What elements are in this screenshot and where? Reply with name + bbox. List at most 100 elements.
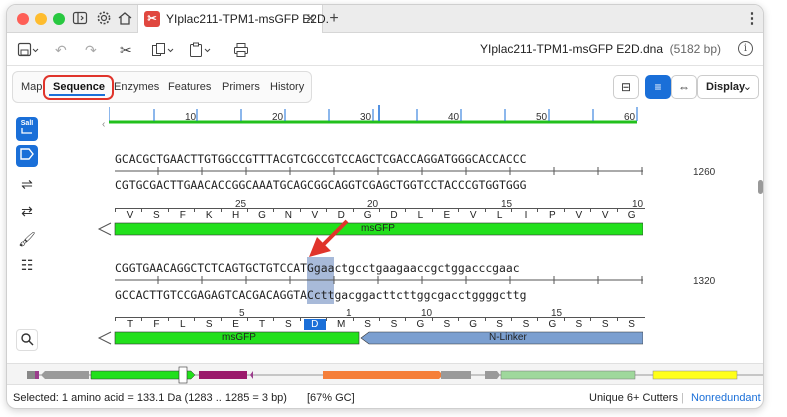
cutters-filter[interactable]: Unique 6+ Cutters [589, 392, 678, 404]
ruler-label: 60 [624, 112, 636, 123]
amino-acid[interactable]: V [123, 210, 137, 221]
minimize-window-button[interactable] [35, 13, 47, 25]
amino-acid[interactable]: S [493, 319, 507, 330]
sequence-view[interactable]: 10 20 30 40 50 60 ‹ GCACGCTGAACTTGTGGCCG… [47, 105, 757, 353]
codon-tick [167, 317, 169, 321]
amino-acid[interactable]: H [229, 210, 243, 221]
amino-acid[interactable]: S [519, 319, 533, 330]
gear-icon[interactable] [95, 10, 113, 28]
amino-acid[interactable]: D [387, 210, 401, 221]
amino-acid[interactable]: V [572, 210, 586, 221]
amino-acid[interactable]: G [413, 319, 427, 330]
codon-tick [115, 208, 116, 212]
feature-tag-icon[interactable] [16, 145, 38, 167]
bottom-strand[interactable]: CGTGCGACTTGAACACCGGCAAATGCAGCGGCAGGTCGAG… [115, 178, 526, 192]
home-icon[interactable] [116, 10, 134, 28]
amino-acid[interactable]: S [598, 319, 612, 330]
amino-acid[interactable]: G [361, 210, 375, 221]
amino-acid[interactable]: E [440, 210, 454, 221]
selection-info: Selected: 1 amino acid = 133.1 Da (1283 … [13, 392, 287, 404]
amino-acid[interactable]: V [598, 210, 612, 221]
undo-icon[interactable]: ↶ [55, 42, 67, 58]
search-icon[interactable] [16, 329, 38, 351]
codon-tick [537, 208, 539, 212]
amino-acid[interactable]: I [519, 210, 533, 221]
amino-acid[interactable]: M [334, 319, 348, 330]
amino-acid[interactable]: T [255, 319, 269, 330]
codon-tick [273, 317, 275, 321]
nonredundant-link[interactable]: Nonredundant [691, 392, 761, 404]
amino-acid[interactable]: P [545, 210, 559, 221]
codon-tick [511, 317, 512, 321]
brush-icon[interactable]: 🖌 [16, 228, 38, 250]
amino-acid[interactable]: L [493, 210, 507, 221]
show-enzymes-icon[interactable]: ⊟ [613, 75, 639, 99]
reverse-icon[interactable]: ⇄ [16, 200, 38, 222]
paste-icon[interactable] [189, 42, 213, 58]
amino-acid[interactable]: L [413, 210, 427, 221]
annotation-arrow [309, 219, 349, 257]
close-window-button[interactable] [17, 13, 29, 25]
codon-tick [405, 317, 407, 321]
print-icon[interactable] [233, 42, 249, 58]
feature-label-n-linker: N-Linker [489, 332, 527, 343]
amino-acid[interactable]: D [303, 319, 326, 330]
amino-acid[interactable]: S [625, 319, 639, 330]
translation-icon[interactable]: ⇌ [16, 173, 38, 195]
amino-acid[interactable]: E [229, 319, 243, 330]
feature-label-msgfp: msGFP [222, 332, 256, 343]
amino-acid[interactable]: S [440, 319, 454, 330]
new-tab-button[interactable]: + [325, 10, 343, 28]
amino-acid[interactable]: S [387, 319, 401, 330]
tab-primers[interactable]: Primers [222, 81, 260, 93]
tab-map[interactable]: Map [21, 81, 42, 93]
close-tab-icon[interactable]: ✕ [305, 11, 316, 27]
amino-acid[interactable]: F [149, 319, 163, 330]
enzyme-sall-button[interactable]: SalI [16, 117, 38, 141]
codon-tick [352, 317, 354, 321]
amino-acid[interactable]: G [255, 210, 269, 221]
redo-icon[interactable]: ↷ [85, 42, 97, 58]
amino-acid[interactable]: K [202, 210, 216, 221]
tab-features[interactable]: Features [168, 81, 211, 93]
amino-acid[interactable]: F [176, 210, 190, 221]
top-strand[interactable]: CGGTGAACAGGCTCTCAGTGCTGTCCATGgaactgcctga… [115, 261, 520, 275]
sequence-map-strip[interactable] [7, 363, 763, 385]
vertical-scrollbar[interactable] [758, 180, 763, 194]
amino-acid[interactable]: G [545, 319, 559, 330]
amino-acid[interactable]: S [361, 319, 375, 330]
enzyme-sall-label: SalI [20, 120, 34, 127]
tab-history[interactable]: History [270, 81, 304, 93]
codon-tick [431, 208, 433, 212]
ruler-list-icon[interactable]: ☷ [16, 254, 38, 276]
feature-arrow-msgfp[interactable] [97, 330, 643, 346]
codon-tick [484, 317, 486, 321]
status-bar: Selected: 1 amino acid = 133.1 Da (1283 … [7, 387, 763, 408]
amino-acid[interactable]: G [466, 319, 480, 330]
amino-acid[interactable]: G [625, 210, 639, 221]
save-icon[interactable] [17, 42, 39, 58]
fit-width-icon[interactable]: ⇔ [671, 75, 697, 99]
chevron-down-icon: ⌄ [742, 81, 752, 93]
amino-acid[interactable]: L [176, 319, 190, 330]
info-icon[interactable]: i [738, 41, 753, 56]
sidebar-toggle-icon[interactable] [71, 10, 89, 28]
wrap-text-icon[interactable]: ≡ [645, 75, 671, 99]
amino-acid[interactable]: S [149, 210, 163, 221]
amino-acid[interactable]: N [281, 210, 295, 221]
cut-icon[interactable]: ✂ [120, 42, 132, 58]
tab-enzymes[interactable]: Enzymes [114, 81, 159, 93]
zoom-window-button[interactable] [53, 13, 65, 25]
top-strand[interactable]: GCACGCTGAACTTGTGGCCGTTTACGTCGCCGTCCAGCTC… [115, 152, 526, 166]
amino-acid[interactable]: S [281, 319, 295, 330]
amino-acid[interactable]: S [202, 319, 216, 330]
amino-acid[interactable]: V [466, 210, 480, 221]
copy-icon[interactable] [151, 42, 175, 58]
bottom-strand[interactable]: GCCACTTGTCCGAGAGTCACGACAGGTACcttgacggact… [115, 288, 526, 302]
amino-acid[interactable]: T [123, 319, 137, 330]
display-menu-button[interactable]: Display ⌄ [697, 75, 759, 99]
document-tab[interactable]: ✂ YIplac211-TPM1-msGFP E2D. ✕ [137, 5, 329, 33]
amino-acid[interactable]: S [572, 319, 586, 330]
more-menu-icon[interactable]: ⋮ [743, 10, 761, 28]
title-bar: ✂ YIplac211-TPM1-msGFP E2D. ✕ + ⋮ [7, 5, 763, 33]
